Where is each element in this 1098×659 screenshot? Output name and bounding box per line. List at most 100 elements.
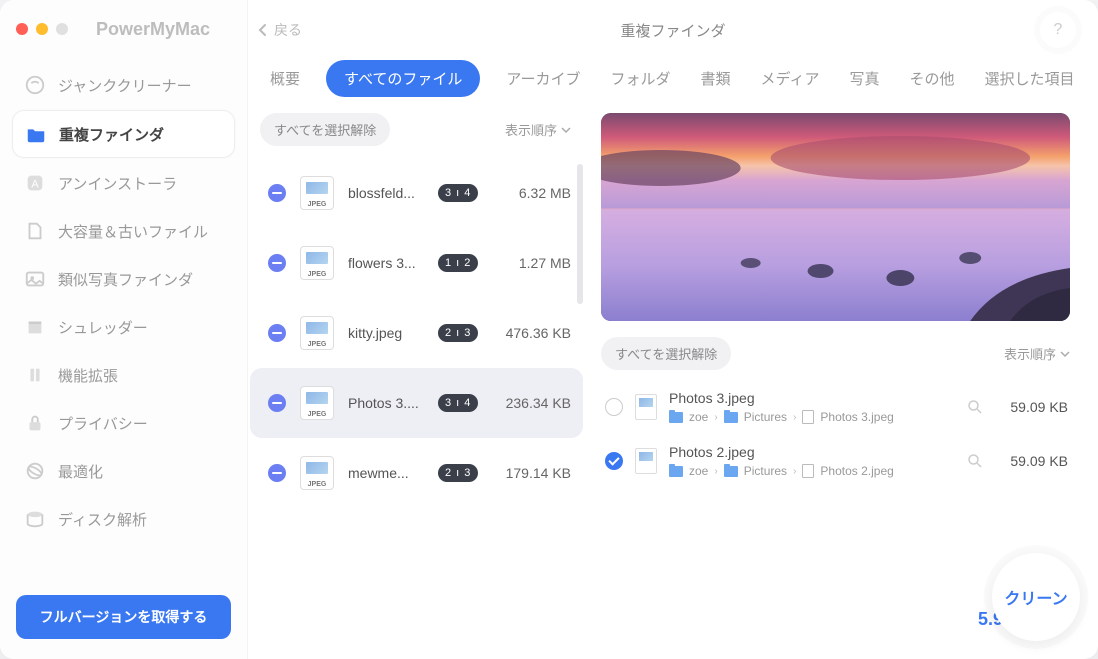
document-icon: [24, 220, 46, 242]
group-row[interactable]: JPEG flowers 3... 1 ı 2 1.27 MB: [250, 228, 583, 298]
optimize-icon: [24, 460, 46, 482]
tab-2[interactable]: アーカイブ: [502, 60, 584, 97]
path-segment: zoe: [689, 464, 708, 478]
minus-icon[interactable]: [268, 464, 286, 482]
close-window-button[interactable]: [16, 23, 28, 35]
groups-sort-button[interactable]: 表示順序: [505, 120, 571, 139]
deselect-all-files-button[interactable]: すべてを選択解除: [601, 337, 731, 370]
sidebar-item-label: 重複ファインダ: [59, 124, 164, 145]
file-path: zoe›Pictures›Photos 3.jpeg: [669, 410, 954, 424]
count-badge: 3 ı 4: [438, 394, 478, 412]
group-name: kitty.jpeg: [348, 325, 424, 341]
path-segment: Photos 3.jpeg: [820, 410, 893, 424]
sidebar-item-1[interactable]: 重複ファインダ: [12, 110, 235, 158]
group-name: mewme...: [348, 465, 424, 481]
split-panes: すべてを選択解除 表示順序 JPEG blossfeld... 3 ı 4 6.…: [248, 107, 1098, 579]
tab-3[interactable]: フォルダ: [606, 60, 674, 97]
file-name: Photos 2.jpeg: [669, 444, 954, 460]
reveal-in-finder-icon[interactable]: [966, 452, 984, 470]
sidebar-item-label: 最適化: [58, 461, 103, 482]
chevron-right-icon: ›: [793, 412, 796, 423]
tab-1[interactable]: すべてのファイル: [326, 60, 480, 97]
group-name: Photos 3....: [348, 395, 424, 411]
files-sort-button[interactable]: 表示順序: [1004, 344, 1070, 363]
file-size: 59.09 KB: [996, 399, 1068, 415]
count-badge: 2 ı 3: [438, 464, 478, 482]
scrollbar[interactable]: [577, 164, 583, 573]
path-segment: Pictures: [744, 464, 787, 478]
reveal-in-finder-icon[interactable]: [966, 398, 984, 416]
group-name: flowers 3...: [348, 255, 424, 271]
file-row[interactable]: Photos 2.jpeg zoe›Pictures›Photos 2.jpeg…: [601, 434, 1070, 488]
file-checkbox[interactable]: [605, 452, 623, 470]
tab-0[interactable]: 概要: [266, 60, 304, 97]
back-label: 戻る: [274, 20, 302, 40]
sort-label: 表示順序: [1004, 344, 1056, 363]
shredder-icon: [24, 316, 46, 338]
minus-icon[interactable]: [268, 184, 286, 202]
tab-7[interactable]: その他: [905, 60, 958, 97]
deselect-all-groups-button[interactable]: すべてを選択解除: [260, 113, 390, 146]
sidebar-item-6[interactable]: 機能拡張: [12, 352, 235, 398]
file-icon: [802, 410, 814, 424]
group-row[interactable]: JPEG mewme... 2 ı 3 179.14 KB: [250, 438, 583, 508]
footer: 5.98 MB: [248, 579, 1098, 659]
minimize-window-button[interactable]: [36, 23, 48, 35]
disk-icon: [24, 508, 46, 530]
file-checkbox[interactable]: [605, 398, 623, 416]
tab-8[interactable]: 選択した項目: [981, 60, 1079, 97]
sidebar-item-0[interactable]: ジャンククリーナー: [12, 62, 235, 108]
file-path: zoe›Pictures›Photos 2.jpeg: [669, 464, 954, 478]
sidebar-item-9[interactable]: ディスク解析: [12, 496, 235, 542]
sidebar-item-5[interactable]: シュレッダー: [12, 304, 235, 350]
file-thumbnail: JPEG: [300, 456, 334, 490]
maximize-window-button[interactable]: [56, 23, 68, 35]
group-size: 1.27 MB: [495, 255, 571, 271]
sidebar-item-7[interactable]: プライバシー: [12, 400, 235, 446]
minus-icon[interactable]: [268, 394, 286, 412]
app-title: PowerMyMac: [96, 19, 210, 40]
window-controls: PowerMyMac: [0, 14, 247, 44]
chevron-left-icon: [258, 23, 268, 37]
minus-icon[interactable]: [268, 324, 286, 342]
page-title: 重複ファインダ: [620, 20, 725, 41]
chevron-right-icon: ›: [714, 412, 717, 423]
detail-pane: すべてを選択解除 表示順序 Photos 3.jpeg zoe › Pictures…: [601, 113, 1080, 579]
minus-icon[interactable]: [268, 254, 286, 272]
sidebar-item-4[interactable]: 類似写真ファインダ: [12, 256, 235, 302]
sidebar-item-label: ディスク解析: [58, 509, 147, 530]
picture-icon: [24, 268, 46, 290]
sidebar-item-2[interactable]: Aアンインストーラ: [12, 160, 235, 206]
file-thumbnail: JPEG: [300, 176, 334, 210]
path-segment: zoe: [689, 410, 708, 424]
lock-icon: [24, 412, 46, 434]
chevron-right-icon: ›: [714, 466, 717, 477]
file-thumbnail: JPEG: [300, 246, 334, 280]
file-info: Photos 3.jpeg zoe›Pictures›Photos 3.jpeg: [669, 390, 954, 424]
file-thumbnail: [635, 394, 657, 420]
preview-image: [601, 113, 1070, 321]
sidebar-item-label: 機能拡張: [58, 365, 118, 386]
tab-6[interactable]: 写真: [845, 60, 883, 97]
filter-tabs: 概要すべてのファイルアーカイブフォルダ書類メディア写真その他選択した項目: [248, 60, 1098, 107]
tab-4[interactable]: 書類: [697, 60, 735, 97]
files-list: Photos 3.jpeg zoe›Pictures›Photos 3.jpeg…: [601, 380, 1070, 579]
back-button[interactable]: 戻る: [258, 20, 302, 40]
group-row[interactable]: JPEG blossfeld... 3 ı 4 6.32 MB: [250, 158, 583, 228]
folder-icon: [669, 412, 683, 423]
group-row[interactable]: JPEG kitty.jpeg 2 ı 3 476.36 KB: [250, 298, 583, 368]
tab-5[interactable]: メディア: [757, 60, 824, 97]
file-info: Photos 2.jpeg zoe›Pictures›Photos 2.jpeg: [669, 444, 954, 478]
file-row[interactable]: Photos 3.jpeg zoe›Pictures›Photos 3.jpeg…: [601, 380, 1070, 434]
sidebar-item-3[interactable]: 大容量＆古いファイル: [12, 208, 235, 254]
help-button[interactable]: ?: [1040, 12, 1076, 48]
help-icon: ?: [1054, 21, 1063, 39]
group-row[interactable]: JPEG Photos 3.... 3 ı 4 236.34 KB: [250, 368, 583, 438]
groups-toolbar: すべてを選択解除 表示順序: [250, 113, 583, 158]
file-thumbnail: JPEG: [300, 386, 334, 420]
clean-button[interactable]: クリーン: [992, 553, 1080, 641]
sidebar-item-label: 類似写真ファインダ: [58, 269, 193, 290]
folder-icon: [669, 466, 683, 477]
upgrade-button[interactable]: フルバージョンを取得する: [16, 595, 231, 639]
sidebar-item-8[interactable]: 最適化: [12, 448, 235, 494]
